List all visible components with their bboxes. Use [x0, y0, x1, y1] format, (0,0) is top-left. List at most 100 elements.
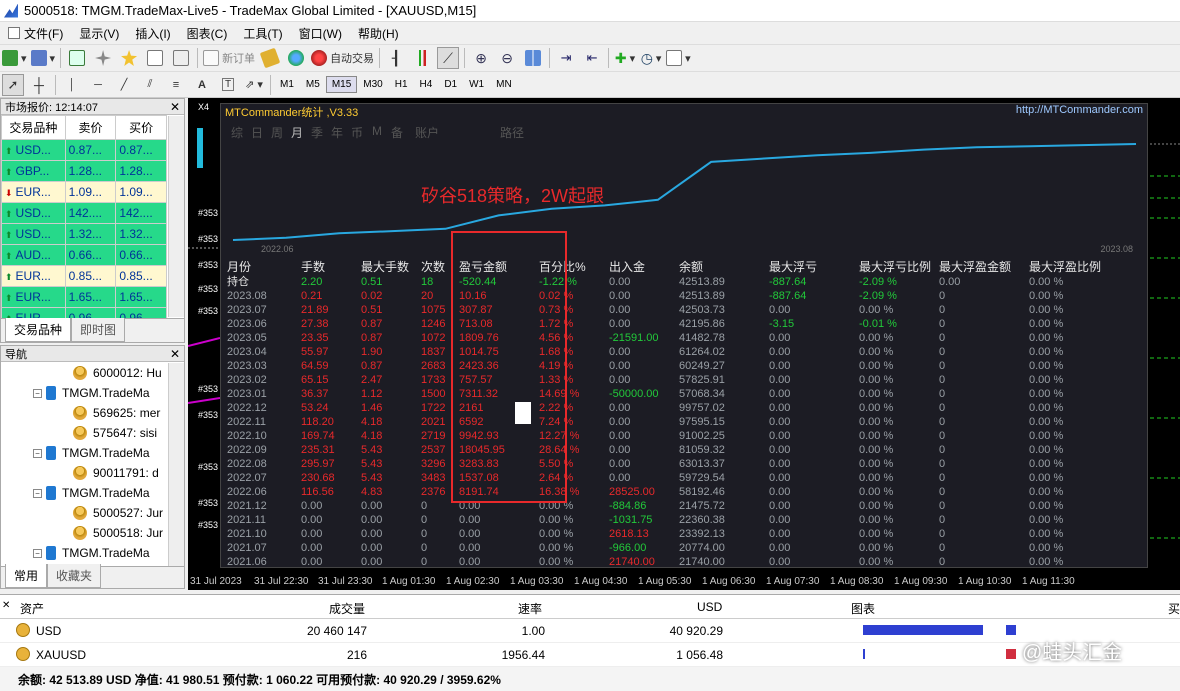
navigator-broker[interactable]: − TMGM.TradeMa [1, 383, 167, 403]
market-watch-row[interactable]: ⬆ GBP... 1.28... 1.28... [1, 160, 167, 182]
close-icon[interactable]: ✕ [170, 100, 180, 114]
commander-tab[interactable]: 路径 [497, 124, 527, 141]
timeframe-h1[interactable]: H1 [389, 76, 414, 93]
timeframe-m5[interactable]: M5 [300, 76, 326, 93]
collapse-icon[interactable]: − [33, 488, 42, 498]
menu-window[interactable]: 窗口(W) [291, 22, 350, 44]
commander-tab[interactable]: 年 [327, 124, 347, 141]
market-watch-row[interactable]: ⬇ EUR... 1.09... 1.09... [1, 181, 167, 203]
col-asset[interactable]: 资产 [20, 600, 44, 617]
chart-shift-button[interactable]: ⇤ [581, 47, 603, 69]
close-icon[interactable]: ✕ [2, 600, 10, 611]
timeframe-m1[interactable]: M1 [274, 76, 300, 93]
arrows-tool[interactable]: ⇗ ▾ [243, 74, 265, 96]
new-order-button[interactable]: 新订单 [203, 47, 255, 69]
market-watch-row[interactable]: ⬆ USD... 0.87... 0.87... [1, 139, 167, 161]
commander-tab[interactable]: 日 [247, 124, 267, 141]
navigator-account[interactable]: 90011791: d [1, 463, 167, 483]
navigator-account[interactable]: 575647: sisi [1, 423, 167, 443]
autoscroll-button[interactable]: ⇥ [555, 47, 577, 69]
terminal-button[interactable] [144, 47, 166, 69]
market-watch-row[interactable]: ⬆ USD... 142.... 142.... [1, 202, 167, 224]
data-window-button[interactable] [92, 47, 114, 69]
tab-tick-chart[interactable]: 即时图 [71, 318, 126, 342]
menu-file[interactable]: 文件(F) [0, 22, 71, 44]
timeframe-m15[interactable]: M15 [325, 76, 358, 93]
navigator-account[interactable]: 569625: mer [1, 403, 167, 423]
tab-common[interactable]: 常用 [5, 564, 48, 588]
menu-help[interactable]: 帮助(H) [350, 22, 407, 44]
commander-tab[interactable]: 综 [227, 124, 247, 141]
navigator-account[interactable]: 5000527: Jur [1, 503, 167, 523]
navigator-broker[interactable]: − TMGM.TradeMa [1, 483, 167, 503]
zoom-in-button[interactable]: ⊕ [470, 47, 492, 69]
collapse-icon[interactable]: − [33, 548, 42, 558]
commander-tab[interactable]: M [367, 124, 387, 141]
navigator-account[interactable]: 5000518: Jur [1, 523, 167, 543]
navigator-account[interactable]: 6000012: Hu [1, 363, 167, 383]
profiles-button[interactable]: ▾ [30, 47, 55, 69]
crosshair-tool[interactable]: ┼ [28, 74, 50, 96]
channel-tool[interactable]: ⫽ [139, 74, 161, 96]
col-volume[interactable]: 成交量 [329, 600, 365, 617]
col-bid[interactable]: 卖价 [64, 115, 117, 140]
menu-view[interactable]: 显示(V) [71, 22, 127, 44]
timeframe-mn[interactable]: MN [490, 76, 518, 93]
col-ask[interactable]: 买价 [115, 115, 167, 140]
menu-charts[interactable]: 图表(C) [179, 22, 236, 44]
navigator-scrollbar[interactable] [168, 363, 184, 567]
col-symbol[interactable]: 交易品种 [1, 115, 66, 140]
market-watch-row[interactable]: ⬆ AUD... 0.66... 0.66... [1, 244, 167, 266]
strategy-tester-button[interactable] [170, 47, 192, 69]
navigator-broker[interactable]: − TMGM.TradeMa [1, 443, 167, 463]
bar-chart-button[interactable]: ┨ [385, 47, 407, 69]
zoom-out-button[interactable]: ⊖ [496, 47, 518, 69]
menu-tools[interactable]: 工具(T) [235, 22, 290, 44]
market-watch-scrollbar[interactable] [168, 116, 184, 317]
commander-tab[interactable]: 账户 [407, 124, 447, 141]
asset-row[interactable]: XAUUSD 216 1956.44 1 056.48 [0, 643, 1180, 667]
candlestick-button[interactable] [411, 47, 433, 69]
tile-windows-button[interactable] [522, 47, 544, 69]
fibonacci-tool[interactable]: ≡ [165, 74, 187, 96]
indicators-button[interactable]: ✚ ▾ [614, 47, 636, 69]
meta-editor-button[interactable] [259, 47, 281, 69]
commander-tab[interactable]: 月 [287, 124, 307, 141]
tab-symbols[interactable]: 交易品种 [5, 318, 72, 342]
tab-favorites[interactable]: 收藏夹 [47, 564, 102, 588]
navigator-broker[interactable]: − TMGM.TradeMa [1, 543, 167, 563]
auto-trading-button[interactable]: 自动交易 [311, 47, 374, 69]
commander-tab[interactable]: 币 [347, 124, 367, 141]
label-tool[interactable]: T [217, 74, 239, 96]
periods-button[interactable]: ◷ ▾ [640, 47, 662, 69]
collapse-icon[interactable]: − [33, 448, 42, 458]
market-watch-row[interactable]: ⬆ USD... 1.32... 1.32... [1, 223, 167, 245]
chart-window[interactable]: X4 #353 #353 #353 #353 #353 #353 #353 #353 #353 #3… [188, 98, 1180, 590]
timeframe-h4[interactable]: H4 [414, 76, 439, 93]
timeframe-w1[interactable]: W1 [463, 76, 490, 93]
close-icon[interactable]: ✕ [170, 347, 180, 361]
cursor-tool[interactable]: ➚ [2, 73, 24, 96]
menu-insert[interactable]: 插入(I) [127, 22, 178, 44]
templates-button[interactable]: ▾ [666, 47, 691, 69]
signals-button[interactable] [285, 47, 307, 69]
mtcommander-url[interactable]: http://MTCommander.com [1016, 104, 1143, 120]
vertical-line-tool[interactable]: │ [61, 74, 83, 96]
timeframe-d1[interactable]: D1 [438, 76, 463, 93]
commander-tab[interactable]: 周 [267, 124, 287, 141]
commander-tab[interactable]: 季 [307, 124, 327, 141]
new-chart-button[interactable]: ▾ [2, 47, 27, 69]
col-usd[interactable]: USD [697, 600, 722, 614]
timeframe-m30[interactable]: M30 [357, 76, 388, 93]
asset-row[interactable]: USD 20 460 147 1.00 40 920.29 [0, 619, 1180, 643]
col-rate[interactable]: 速率 [518, 600, 542, 617]
navigator-button[interactable] [118, 47, 140, 69]
line-chart-button[interactable]: ⟋ [437, 47, 460, 69]
market-watch-row[interactable]: ⬆ EUR... 1.65... 1.65... [1, 286, 167, 308]
col-buy[interactable]: 买 [1168, 600, 1180, 617]
col-graph[interactable]: 图表 [851, 600, 875, 617]
market-watch-row[interactable]: ⬆ EUR... 0.85... 0.85... [1, 265, 167, 287]
market-watch-button[interactable] [66, 47, 88, 69]
collapse-icon[interactable]: − [33, 388, 42, 398]
text-tool[interactable]: A [191, 74, 213, 96]
